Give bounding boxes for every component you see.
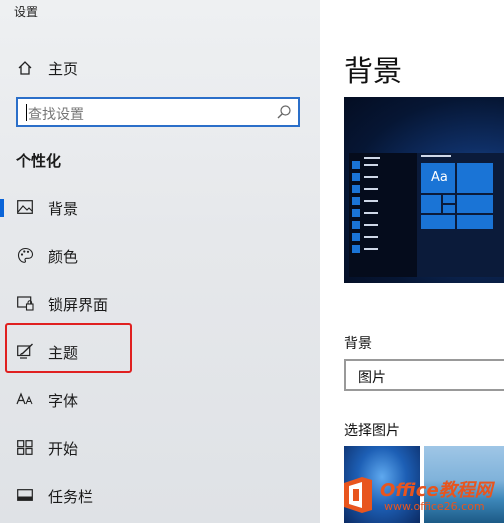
sidebar-item-background[interactable]: 背景 xyxy=(0,185,320,229)
sidebar-item-label: 任务栏 xyxy=(48,488,94,506)
start-grid-icon xyxy=(16,438,34,456)
sidebar-item-start[interactable]: 开始 xyxy=(0,425,320,469)
preview-start-menu: Aa xyxy=(349,153,504,277)
preview-tile-text: Aa xyxy=(431,170,448,185)
sidebar: 设置 主页 查找设置 个性化 背景 颜色 锁屏界面 主题 字体 开始 任务栏 xyxy=(0,0,320,523)
picture-icon xyxy=(16,198,34,216)
sidebar-item-label: 字体 xyxy=(48,392,79,410)
active-indicator xyxy=(0,199,4,217)
sidebar-item-label: 开始 xyxy=(48,440,79,458)
sidebar-item-colors[interactable]: 颜色 xyxy=(0,233,320,277)
sidebar-item-label: 颜色 xyxy=(48,248,79,266)
main-content: 背景 Aa 背景 图片 选择图片 xyxy=(320,0,504,523)
taskbar-icon xyxy=(16,486,34,504)
office-logo-icon xyxy=(340,475,376,515)
background-type-dropdown[interactable]: 图片 xyxy=(344,359,504,391)
lockscreen-icon xyxy=(16,294,34,312)
watermark-url: www.office26.com xyxy=(384,500,485,513)
background-type-label: 背景 xyxy=(344,336,372,352)
sidebar-item-label: 背景 xyxy=(48,200,79,218)
font-icon xyxy=(16,390,34,408)
choose-picture-label: 选择图片 xyxy=(344,423,400,439)
dropdown-value: 图片 xyxy=(358,370,386,386)
search-icon[interactable] xyxy=(276,104,292,120)
sidebar-item-taskbar[interactable]: 任务栏 xyxy=(0,473,320,517)
app-title: 设置 xyxy=(14,5,39,19)
sidebar-item-fonts[interactable]: 字体 xyxy=(0,377,320,421)
background-preview: Aa xyxy=(344,97,504,283)
search-input[interactable]: 查找设置 xyxy=(16,97,300,127)
search-placeholder: 查找设置 xyxy=(28,107,84,123)
text-caret xyxy=(26,104,27,121)
watermark: Office教程网 www.office26.com xyxy=(340,470,504,523)
annotation-highlight-box xyxy=(5,323,132,373)
palette-icon xyxy=(16,246,34,264)
watermark-brand: Office教程网 xyxy=(380,480,493,501)
home-nav-item[interactable]: 主页 xyxy=(0,48,320,88)
home-icon xyxy=(16,59,34,77)
page-title: 背景 xyxy=(344,54,403,88)
sidebar-item-label: 锁屏界面 xyxy=(48,296,109,314)
sidebar-item-lock-screen[interactable]: 锁屏界面 xyxy=(0,281,320,325)
section-title: 个性化 xyxy=(16,152,62,170)
home-label: 主页 xyxy=(48,60,79,78)
